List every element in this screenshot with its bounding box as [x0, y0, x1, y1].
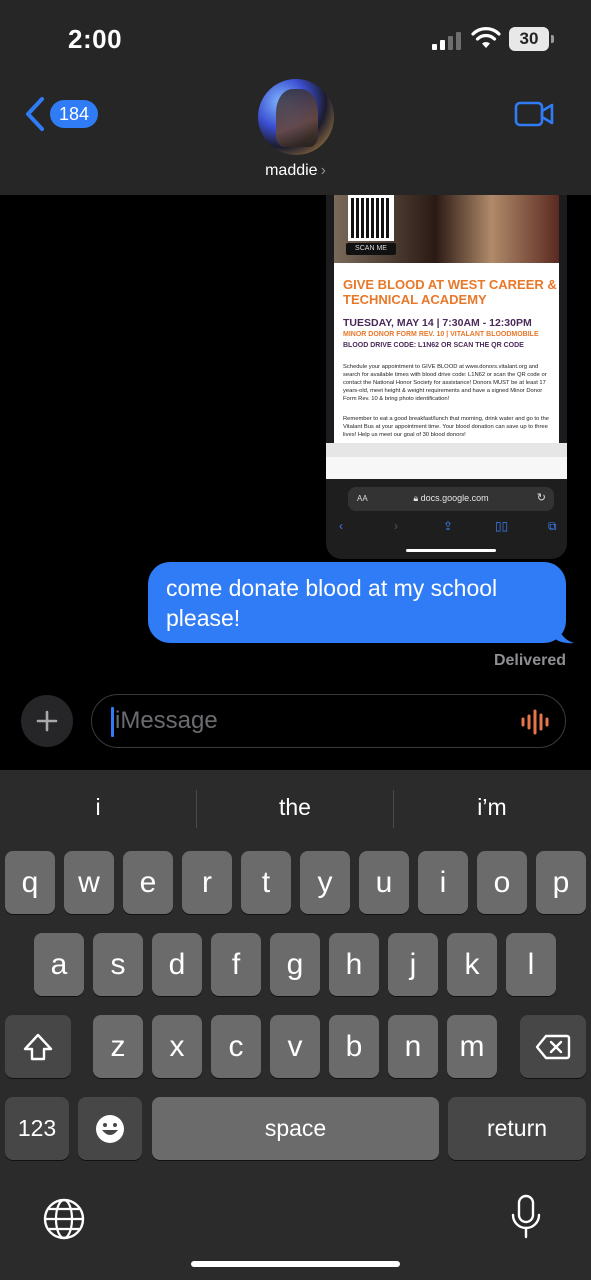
- predictive-bar: i the i’m: [0, 770, 591, 842]
- key-k[interactable]: k: [447, 933, 497, 996]
- flyer-body-reminder: Remember to eat a good breakfast/lunch t…: [343, 416, 549, 438]
- facetime-video-icon[interactable]: [514, 100, 555, 128]
- key-e[interactable]: e: [123, 851, 173, 914]
- chevron-right-icon: ›: [320, 162, 326, 179]
- key-x[interactable]: x: [152, 1015, 202, 1078]
- page-divider: [326, 443, 567, 457]
- back-button[interactable]: 184: [24, 96, 99, 132]
- key-z[interactable]: z: [93, 1015, 143, 1078]
- flyer-title: GIVE BLOOD AT WEST CAREER & TECHNICAL AC…: [343, 277, 557, 307]
- contact-avatar[interactable]: [258, 79, 334, 155]
- key-w[interactable]: w: [64, 851, 114, 914]
- reload-icon: ↻: [536, 492, 546, 504]
- safari-toolbar: AA 🔒︎ docs.google.com ↻ ‹ › ⇪ ▯▯ ⧉: [326, 479, 567, 559]
- image-attachment[interactable]: SCAN ME GIVE BLOOD AT WEST CAREER & TECH…: [326, 195, 567, 559]
- numbers-key[interactable]: 123: [5, 1097, 69, 1160]
- flyer-body: Schedule your appointment to GIVE BLOOD …: [343, 364, 547, 402]
- delivery-status: Delivered: [493, 652, 566, 669]
- key-n[interactable]: n: [388, 1015, 438, 1078]
- battery-icon: 30: [509, 27, 554, 51]
- cellular-signal-icon: [432, 30, 462, 50]
- home-indicator: [191, 1261, 400, 1267]
- key-r[interactable]: r: [182, 851, 232, 914]
- prediction-2[interactable]: the: [197, 794, 393, 821]
- share-icon: ⇪: [443, 519, 454, 533]
- chevron-left-icon: [26, 97, 44, 131]
- shift-icon: [23, 1033, 53, 1060]
- key-q[interactable]: q: [5, 851, 55, 914]
- microphone-icon[interactable]: [510, 1194, 542, 1240]
- delete-backspace-icon: [535, 1034, 571, 1059]
- add-attachment-button[interactable]: [21, 695, 73, 747]
- safari-back-icon: ‹: [339, 519, 343, 533]
- key-j[interactable]: j: [388, 933, 438, 996]
- emoji-icon: [96, 1114, 124, 1143]
- prediction-3[interactable]: i’m: [394, 794, 590, 821]
- key-v[interactable]: v: [270, 1015, 320, 1078]
- screenshot-home-indicator: [406, 549, 496, 552]
- tabs-icon: ⧉: [548, 519, 557, 533]
- flyer-image: SCAN ME GIVE BLOOD AT WEST CAREER & TECH…: [334, 195, 559, 443]
- key-u[interactable]: u: [359, 851, 409, 914]
- plus-icon: [36, 710, 58, 732]
- sent-message-bubble[interactable]: come donate blood at my school please!: [148, 562, 566, 643]
- globe-icon[interactable]: [42, 1197, 86, 1241]
- scan-me-label: SCAN ME: [346, 243, 396, 255]
- key-s[interactable]: s: [93, 933, 143, 996]
- key-i[interactable]: i: [418, 851, 468, 914]
- wifi-icon: [471, 27, 501, 48]
- safari-forward-icon: ›: [394, 519, 398, 533]
- key-a[interactable]: a: [34, 933, 84, 996]
- shift-key[interactable]: [5, 1015, 71, 1078]
- conversation-header: 2:00 30 184 maddie ›: [0, 0, 591, 195]
- key-h[interactable]: h: [329, 933, 379, 996]
- key-p[interactable]: p: [536, 851, 586, 914]
- contact-name: maddie: [265, 162, 318, 179]
- status-time: 2:00: [68, 24, 123, 54]
- flyer-drive-code: BLOOD DRIVE CODE: L1N62 OR SCAN THE QR C…: [343, 342, 524, 349]
- bookmarks-icon: ▯▯: [495, 519, 509, 533]
- keyboard: i the i’m q w e r t y u i o p a s d f g …: [0, 770, 591, 1280]
- flyer-date: TUESDAY, MAY 14 | 7:30AM - 12:30PM: [343, 317, 532, 329]
- address-bar: AA 🔒︎ docs.google.com ↻: [348, 487, 554, 511]
- space-key[interactable]: space: [152, 1097, 439, 1160]
- qr-code: [348, 195, 394, 241]
- contact-name-button[interactable]: maddie ›: [0, 162, 591, 180]
- delete-key[interactable]: [520, 1015, 586, 1078]
- unread-count-badge: 184: [50, 100, 99, 128]
- message-input[interactable]: iMessage: [91, 694, 566, 748]
- text-cursor: [111, 707, 114, 737]
- key-d[interactable]: d: [152, 933, 202, 996]
- key-b[interactable]: b: [329, 1015, 379, 1078]
- key-o[interactable]: o: [477, 851, 527, 914]
- address-url: 🔒︎ docs.google.com: [413, 493, 489, 503]
- key-c[interactable]: c: [211, 1015, 261, 1078]
- key-m[interactable]: m: [447, 1015, 497, 1078]
- key-g[interactable]: g: [270, 933, 320, 996]
- key-f[interactable]: f: [211, 933, 261, 996]
- key-l[interactable]: l: [506, 933, 556, 996]
- audio-message-icon[interactable]: [520, 709, 552, 735]
- message-placeholder: iMessage: [115, 707, 218, 734]
- emoji-key[interactable]: [78, 1097, 142, 1160]
- return-key[interactable]: return: [448, 1097, 586, 1160]
- bubble-tail: [552, 620, 574, 644]
- flyer-donor-form: MINOR DONOR FORM REV. 10 | VITALANT BLOO…: [343, 331, 539, 338]
- key-t[interactable]: t: [241, 851, 291, 914]
- page-blank-area: [326, 457, 567, 479]
- prediction-1[interactable]: i: [0, 794, 196, 821]
- url-text: docs.google.com: [420, 493, 489, 503]
- key-y[interactable]: y: [300, 851, 350, 914]
